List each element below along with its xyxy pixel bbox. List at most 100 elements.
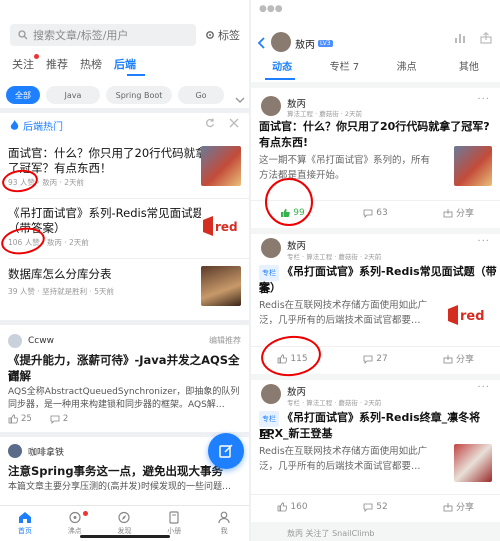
comment-button[interactable]: 63 (334, 201, 417, 224)
card-title-line2: 有点东西! (259, 136, 309, 149)
left-screen: 搜索文章/标签/用户 标签 关注 推荐 热榜 后端 全部 Java Spring… (0, 0, 249, 541)
avatar (8, 444, 22, 458)
comment-count: 52 (376, 501, 388, 512)
more-icon[interactable]: ··· (477, 236, 490, 247)
feed-desc-line1: AQS全称AbstractQueuedSynchronizer，即抽象的队列 (8, 387, 240, 397)
card-author-sub: 算法工程 · 蘑菇街 · 2天前 (287, 110, 363, 118)
search-input[interactable]: 搜索文章/标签/用户 (10, 24, 196, 46)
share-label: 分享 (455, 209, 474, 219)
chevron-down-icon[interactable] (235, 89, 245, 108)
hot-article-title-line1: 面试官：什么？你只用了20行代码就拿 (8, 146, 207, 160)
book-icon (169, 511, 179, 524)
hot-article-author-time: 敖丙 · 2天前 (46, 238, 89, 247)
comment-icon (363, 209, 373, 218)
comment-icon (363, 355, 373, 364)
svg-text:red: red (215, 220, 238, 234)
tab-columns[interactable]: 专栏 7 (313, 58, 375, 78)
avatar[interactable] (271, 32, 291, 52)
chip-java[interactable]: Java (46, 86, 100, 104)
more-icon[interactable]: ··· (477, 94, 490, 105)
like-button[interactable]: 25 (8, 414, 32, 424)
tab-hot[interactable]: 热榜 (80, 56, 102, 78)
feed-author[interactable]: Ccww (8, 334, 54, 348)
divider (8, 198, 249, 199)
hot-article-likes: 39 人赞 (8, 287, 35, 296)
compass-icon (118, 511, 131, 524)
hot-article-3[interactable]: 数据库怎么分库分表 39 人赞 · 坚持就是胜利 · 5天前 (0, 260, 249, 316)
column-tag: 专栏 (259, 265, 279, 281)
divider (0, 320, 249, 325)
profile-tabs: 动态 专栏 7 沸点 其他 (251, 58, 500, 78)
card-title-line2: 案） (259, 281, 281, 294)
feed-title-line2[interactable]: 详解 (8, 368, 31, 384)
chip-spring-boot[interactable]: Spring Boot (106, 86, 172, 104)
avatar (261, 96, 281, 116)
card-title-line1: 面试官：什么？你只用了20行代码就拿了冠军? (259, 120, 490, 133)
card-desc-line2: 泛，几乎所有的后端技术面试官都要… (259, 461, 421, 472)
card-desc-line1: 这一期不算《吊打面试官》系列的，所有 (259, 155, 431, 166)
tag-button[interactable]: 标签 (205, 27, 240, 43)
tab-pins[interactable]: 沸点 (376, 58, 438, 78)
share-label: 分享 (455, 503, 474, 513)
close-icon[interactable] (229, 118, 239, 128)
chip-go[interactable]: Go (178, 86, 224, 104)
feed-stats: 25 2 (8, 414, 68, 424)
hot-section-actions (205, 118, 239, 128)
card-title-line1: 《吊打面试官》系列-Redis常见面试题（带答 (259, 265, 497, 295)
flame-icon (10, 120, 19, 130)
more-icon[interactable]: ··· (477, 382, 490, 393)
card-author-name: 敖丙 (287, 241, 307, 252)
right-screen: ●●● 敖丙 LV3 动态 专栏 7 沸点 其他 敖丙 算法工程 · 蘑菇街 ·… (251, 0, 500, 541)
nav-me-label: 我 (220, 527, 228, 535)
comment-icon (50, 415, 60, 424)
nav-me[interactable]: 我 (199, 506, 249, 541)
avatar (261, 384, 281, 404)
tab-follow[interactable]: 关注 (12, 54, 39, 78)
thumbs-up-icon (278, 501, 288, 511)
edit-icon (219, 444, 233, 458)
share-button[interactable]: 分享 (417, 495, 500, 518)
card-author-name: 敖丙 (287, 387, 307, 398)
hot-article-title-line1: 《吊打面试官》系列-Redis常见面试题 (8, 206, 205, 220)
tab-activity[interactable]: 动态 (251, 58, 313, 78)
chip-all[interactable]: 全部 (6, 86, 40, 104)
comment-button[interactable]: 52 (334, 495, 417, 518)
card-author-sub: 专栏 · 算法工程 · 蘑菇街 · 2天前 (287, 399, 382, 407)
top-tabs: 关注 推荐 热榜 后端 (0, 54, 249, 78)
comment-button[interactable]: 27 (334, 347, 417, 370)
annotation-circle (265, 178, 313, 226)
comment-count: 27 (376, 353, 388, 364)
comment-icon (363, 503, 373, 512)
card-author-sub: 专栏 · 算法工程 · 蘑菇街 · 2天前 (287, 253, 382, 261)
refresh-icon[interactable] (205, 118, 215, 128)
comment-button[interactable]: 2 (50, 414, 68, 424)
share-icon[interactable] (480, 32, 492, 44)
editor-pick-tag: 编辑推荐 (209, 336, 241, 345)
share-button[interactable]: 分享 (417, 201, 500, 224)
hot-article-meta: 39 人赞 · 坚持就是胜利 · 5天前 (8, 287, 115, 296)
card-thumbnail (454, 444, 492, 482)
like-button[interactable]: 160 (251, 495, 334, 518)
activity-card-3[interactable]: 敖丙 专栏 · 算法工程 · 蘑菇街 · 2天前 ··· 专栏 《吊打面试官》系列… (251, 380, 500, 522)
tab-recommend[interactable]: 推荐 (46, 56, 68, 78)
hot-article-author-time: 坚持就是胜利 · 5天前 (42, 287, 115, 296)
svg-text:red: red (460, 309, 485, 324)
feed2-author[interactable]: 咖啡拿铁 (8, 444, 64, 458)
feed-title-line1[interactable]: 《提升能力，涨薪可待》-Java并发之AQS全面 (8, 352, 249, 384)
tab-other[interactable]: 其他 (438, 58, 500, 78)
like-count: 25 (21, 414, 32, 424)
feed2-title[interactable]: 注意Spring事务这一点，避免出现大事务 (8, 463, 223, 479)
stats-icon[interactable] (454, 32, 466, 44)
redis-logo-thumbnail: red (201, 206, 241, 246)
nav-home[interactable]: 首页 (0, 506, 50, 541)
feed2-desc: 本篇文章主要分享压测的(高并发)时候发现的一些问题… (8, 482, 232, 492)
redis-logo-thumbnail: red (446, 300, 492, 330)
thumbs-up-icon (8, 414, 18, 424)
share-button[interactable]: 分享 (417, 347, 500, 370)
profile-header: ●●● 敖丙 LV3 动态 专栏 7 沸点 其他 (251, 0, 500, 82)
hot-article-1[interactable]: 面试官：什么？你只用了20行代码就拿 了冠军？有点东西！ 93 人赞 · 敖丙 … (0, 140, 249, 198)
back-button[interactable] (257, 34, 267, 53)
level-badge: LV3 (318, 40, 333, 47)
write-article-button[interactable] (208, 433, 244, 469)
article-thumbnail (201, 266, 241, 306)
